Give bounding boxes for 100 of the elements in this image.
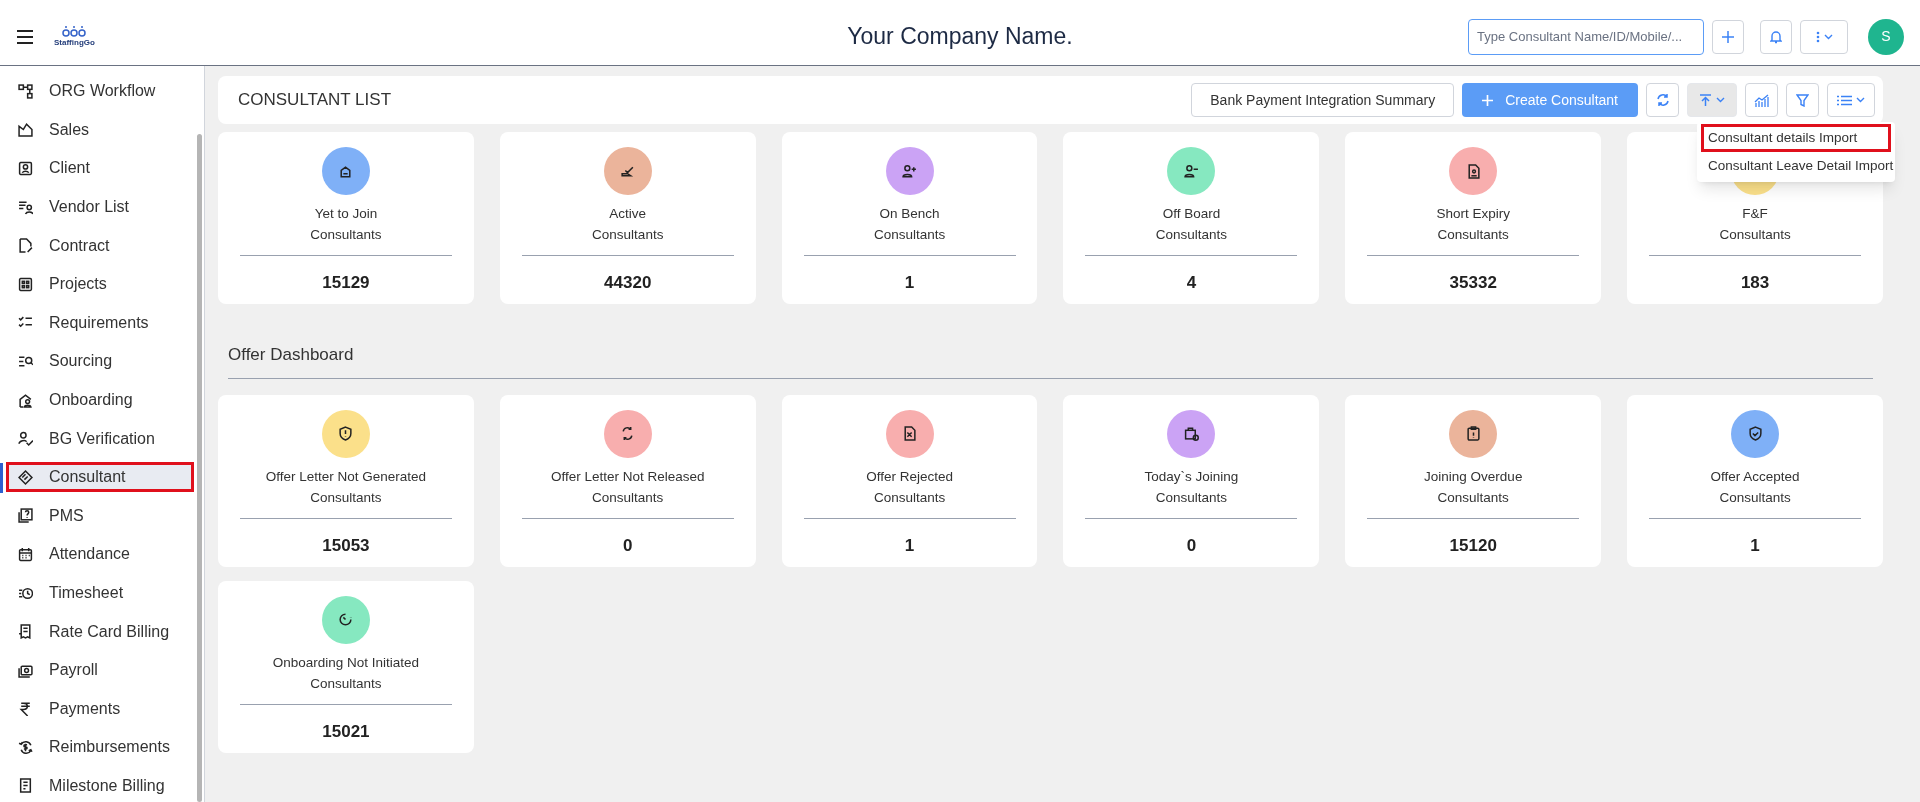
stat-card[interactable]: Short Expiry Consultants 35332 (1345, 132, 1602, 304)
notification-button[interactable] (1760, 19, 1792, 54)
list-view-button[interactable] (1827, 83, 1875, 117)
stat-card[interactable]: Offer Accepted Consultants 1 (1627, 394, 1883, 567)
stat-card[interactable]: Off Board Consultants 4 (1063, 132, 1320, 304)
menu-item-icon (18, 392, 33, 408)
menu-item-icon (18, 585, 33, 601)
filter-button[interactable] (1786, 83, 1819, 117)
stat-card[interactable]: On Bench Consultants 1 (781, 132, 1038, 304)
upload-icon (1699, 93, 1712, 107)
refresh-button[interactable] (1646, 83, 1679, 117)
stat-count: 4 (1186, 272, 1197, 294)
chevron-down-icon (1823, 33, 1833, 40)
stat-card[interactable]: Offer Letter Not Generated Consultants 15053 (218, 394, 474, 567)
menu-item-icon (18, 276, 33, 292)
stat-label: Short Expiry Consultants (1436, 205, 1510, 244)
stat-count: 1 (904, 272, 915, 294)
logo-text: StaffingGo (54, 36, 95, 49)
menu-item-icon (18, 431, 33, 447)
menu-item-icon (18, 353, 33, 369)
menu-item-icon (18, 161, 33, 176)
stat-label: Offer Letter Not Generated Consultants (265, 467, 427, 507)
menu-item-icon (18, 739, 33, 755)
sidebar-item[interactable]: Sourcing (6, 346, 194, 377)
sidebar-item[interactable]: Rate Card Billing (6, 616, 194, 647)
menu-item-icon (18, 778, 33, 794)
sidebar-item[interactable]: Contract (6, 230, 194, 261)
stat-icon (338, 163, 354, 179)
sidebar-item[interactable]: BG Verification (6, 423, 194, 454)
stat-count: 15120 (1449, 534, 1497, 557)
menu-item-icon (18, 701, 33, 717)
summary-button[interactable]: Bank Payment Integration Summary (1191, 83, 1455, 117)
chevron-down-icon (1716, 97, 1725, 103)
stat-count: 0 (623, 534, 633, 557)
stat-label: Active Consultants (592, 205, 664, 244)
chart-button[interactable] (1745, 83, 1778, 117)
stat-icon (1465, 163, 1481, 179)
sidebar-item[interactable]: PMS (6, 500, 194, 531)
sidebar-item[interactable]: Consultant (6, 462, 194, 493)
stat-icon (1183, 426, 1199, 441)
more-options-button[interactable] (1800, 19, 1848, 54)
menu-item-icon (18, 122, 33, 138)
stat-count: 1 (1750, 534, 1760, 557)
plus-icon (1722, 30, 1734, 43)
stat-icon (338, 426, 354, 441)
logo-icon (62, 24, 87, 37)
sidebar-item[interactable]: Sales (6, 114, 194, 145)
stat-icon (1183, 163, 1199, 179)
stat-label: Onboarding Not Initiated Consultants (272, 653, 420, 693)
stat-card[interactable]: Onboarding Not Initiated Consultants 15021 (218, 580, 474, 753)
stat-icon (338, 612, 354, 627)
stat-icon (1465, 426, 1481, 441)
kebab-icon (1815, 30, 1820, 43)
filter-icon (1796, 93, 1809, 107)
menu-item-icon (18, 508, 33, 524)
stat-card[interactable]: Joining Overdue Consultants 15120 (1345, 394, 1602, 567)
stat-label: F&F Consultants (1719, 205, 1791, 244)
sidebar-item[interactable]: Payroll (6, 655, 194, 686)
sidebar-item[interactable]: Requirements (6, 307, 194, 338)
stat-label: Yet to Join Consultants (310, 205, 382, 244)
search-field[interactable]: Type Consultant Name/ID/Mobile/... (1468, 18, 1704, 55)
sidebar-item[interactable]: Vendor List (6, 192, 194, 223)
stat-count: 15129 (322, 272, 370, 294)
stat-count: 1 (904, 534, 915, 557)
stat-icon (902, 163, 918, 179)
stat-card[interactable]: Offer Letter Not Released Consultants 0 (499, 394, 756, 567)
sidebar-item[interactable]: Payments (6, 693, 194, 724)
sidebar-item[interactable]: Client (6, 153, 194, 184)
stat-count: 15021 (322, 720, 370, 743)
menu-icon[interactable] (16, 29, 34, 44)
stat-card[interactable]: Yet to Join Consultants 15129 (218, 132, 474, 304)
sidebar-item[interactable]: Attendance (6, 539, 194, 570)
stat-label: Offer Rejected Consultants (866, 467, 953, 507)
add-button[interactable] (1712, 19, 1744, 54)
page-title: CONSULTANT LIST (238, 89, 392, 112)
stat-icon (1747, 426, 1763, 441)
sidebar-item[interactable]: ORG Workflow (6, 76, 194, 107)
scrollbar[interactable] (197, 134, 202, 802)
bar-chart-icon (1754, 93, 1769, 107)
sidebar-item[interactable]: Projects (6, 269, 194, 300)
sidebar-item[interactable]: Milestone Billing (6, 771, 194, 801)
menu-item-icon (18, 238, 33, 254)
menu-item-icon (18, 546, 33, 562)
sidebar-item[interactable]: Reimbursements (6, 732, 194, 763)
sidebar-item[interactable]: Onboarding (6, 385, 194, 416)
section-title: Offer Dashboard (228, 344, 355, 366)
menu-item-icon (18, 624, 33, 640)
stat-label: Offer Accepted Consultants (1710, 467, 1800, 507)
stat-card[interactable]: Offer Rejected Consultants 1 (781, 394, 1038, 567)
menu-item-icon (18, 662, 33, 678)
bell-icon (1770, 29, 1782, 44)
stat-card[interactable]: Active Consultants 44320 (499, 132, 756, 304)
stat-card[interactable]: Today`s Joining Consultants 0 (1063, 394, 1320, 567)
dropdown-item[interactable]: Consultant details Import (1701, 124, 1891, 152)
refresh-icon (1655, 93, 1670, 107)
stat-count: 44320 (604, 272, 652, 294)
import-button[interactable] (1687, 83, 1737, 117)
list-icon (1837, 94, 1852, 106)
sidebar-item[interactable]: Timesheet (6, 578, 194, 608)
menu-item-icon (18, 83, 33, 99)
